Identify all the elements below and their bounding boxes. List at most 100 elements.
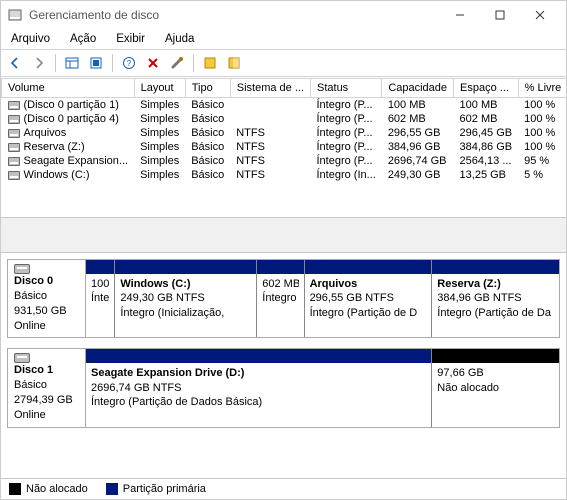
partition-body: Seagate Expansion Drive (D:)2696,74 GB N… xyxy=(86,363,431,426)
cell-livre: 100 % xyxy=(518,112,566,126)
stripe-primary xyxy=(305,260,432,274)
cell-capacidade: 296,55 GB xyxy=(382,126,454,140)
partition[interactable]: 602 MBÍntegro (F xyxy=(256,260,303,337)
partition-status: Íntegro (Partição de Da xyxy=(437,306,554,320)
volume-icon xyxy=(8,171,20,180)
legend-primary-label: Partição primária xyxy=(123,483,206,495)
table-row[interactable]: Windows (C:)SimplesBásicoNTFSÍntegro (In… xyxy=(2,168,567,182)
partition-size: 384,96 GB NTFS xyxy=(437,291,554,305)
cell-livre: 5 % xyxy=(518,168,566,182)
cell-livre: 100 % xyxy=(518,98,566,113)
properties-icon[interactable] xyxy=(167,53,187,73)
cell-tipo: Básico xyxy=(185,140,230,154)
partition-size: 296,55 GB NTFS xyxy=(310,291,427,305)
cell-espaco: 602 MB xyxy=(454,112,519,126)
disk-icon xyxy=(14,353,30,363)
table-row[interactable]: (Disco 0 partição 4)SimplesBásicoÍntegro… xyxy=(2,112,567,126)
toolbar-icon-a[interactable] xyxy=(200,53,220,73)
volume-icon xyxy=(8,143,20,152)
cell-capacidade: 100 MB xyxy=(382,98,454,113)
maximize-button[interactable] xyxy=(480,1,520,29)
partition[interactable]: Arquivos296,55 GB NTFSÍntegro (Partição … xyxy=(304,260,432,337)
close-button[interactable] xyxy=(520,1,560,29)
menu-acao[interactable]: Ação xyxy=(66,31,100,47)
legend-primary: Partição primária xyxy=(106,483,206,495)
col-livre[interactable]: % Livre xyxy=(518,79,566,98)
partition-status: Íntegro (Inicialização, xyxy=(120,306,251,320)
menu-ajuda[interactable]: Ajuda xyxy=(161,31,198,47)
table-row[interactable]: Seagate Expansion...SimplesBásicoNTFSÍnt… xyxy=(2,154,567,168)
delete-icon[interactable] xyxy=(143,53,163,73)
back-button[interactable] xyxy=(5,53,25,73)
forward-button[interactable] xyxy=(29,53,49,73)
col-volume[interactable]: Volume xyxy=(2,79,135,98)
cell-sistema xyxy=(230,98,310,113)
cell-volume: Seagate Expansion... xyxy=(2,154,135,168)
col-sistema[interactable]: Sistema de ... xyxy=(230,79,310,98)
partition-body: Arquivos296,55 GB NTFSÍntegro (Partição … xyxy=(305,274,432,337)
legend-unalloc: Não alocado xyxy=(9,483,88,495)
cell-sistema xyxy=(230,112,310,126)
partition-body: Windows (C:)249,30 GB NTFSÍntegro (Inici… xyxy=(115,274,256,337)
volume-table[interactable]: Volume Layout Tipo Sistema de ... Status… xyxy=(1,78,566,182)
menu-bar: Arquivo Ação Exibir Ajuda xyxy=(1,29,566,49)
disk-name: Disco 1 xyxy=(14,363,79,378)
disk-state: Online xyxy=(14,408,79,423)
disk-label[interactable]: Disco 1Básico2794,39 GBOnline xyxy=(8,349,86,426)
menu-exibir[interactable]: Exibir xyxy=(112,31,149,47)
disk-label[interactable]: Disco 0Básico931,50 GBOnline xyxy=(8,260,86,337)
partition-body: Reserva (Z:)384,96 GB NTFSÍntegro (Parti… xyxy=(432,274,559,337)
col-espaco[interactable]: Espaço ... xyxy=(454,79,519,98)
partition-body: 602 MBÍntegro (F xyxy=(257,274,303,337)
cell-layout: Simples xyxy=(134,126,185,140)
disk-type: Básico xyxy=(14,289,79,304)
toolbar-icon-b[interactable] xyxy=(224,53,244,73)
partition[interactable]: Seagate Expansion Drive (D:)2696,74 GB N… xyxy=(86,349,431,426)
cell-capacidade: 602 MB xyxy=(382,112,454,126)
cell-sistema: NTFS xyxy=(230,140,310,154)
partition-unallocated[interactable]: 97,66 GBNão alocado xyxy=(431,349,559,426)
col-capacidade[interactable]: Capacidade xyxy=(382,79,454,98)
cell-status: Íntegro (P... xyxy=(311,126,382,140)
cell-capacidade: 2696,74 GB xyxy=(382,154,454,168)
refresh-icon[interactable] xyxy=(86,53,106,73)
pane-divider[interactable] xyxy=(1,217,566,253)
cell-status: Íntegro (P... xyxy=(311,112,382,126)
partition-body: 97,66 GBNão alocado xyxy=(432,363,559,426)
cell-volume: Reserva (Z:) xyxy=(2,140,135,154)
cell-capacidade: 384,96 GB xyxy=(382,140,454,154)
window-controls xyxy=(440,1,560,29)
table-row[interactable]: ArquivosSimplesBásicoNTFSÍntegro (P...29… xyxy=(2,126,567,140)
legend-swatch-primary xyxy=(106,483,118,495)
col-layout[interactable]: Layout xyxy=(134,79,185,98)
toolbar-view-icon[interactable] xyxy=(62,53,82,73)
partition[interactable]: Reserva (Z:)384,96 GB NTFSÍntegro (Parti… xyxy=(431,260,559,337)
col-status[interactable]: Status xyxy=(311,79,382,98)
menu-arquivo[interactable]: Arquivo xyxy=(7,31,54,47)
volume-icon xyxy=(8,101,20,110)
cell-layout: Simples xyxy=(134,168,185,182)
cell-tipo: Básico xyxy=(185,168,230,182)
partition-body: 100 MÍntegr xyxy=(86,274,114,337)
minimize-button[interactable] xyxy=(440,1,480,29)
table-row[interactable]: Reserva (Z:)SimplesBásicoNTFSÍntegro (P.… xyxy=(2,140,567,154)
toolbar: ? xyxy=(1,49,566,77)
disk-size: 2794,39 GB xyxy=(14,393,79,408)
cell-status: Íntegro (P... xyxy=(311,140,382,154)
toolbar-separator xyxy=(112,54,113,72)
cell-layout: Simples xyxy=(134,112,185,126)
cell-tipo: Básico xyxy=(185,112,230,126)
table-row[interactable]: (Disco 0 partição 1)SimplesBásicoÍntegro… xyxy=(2,98,567,113)
cell-tipo: Básico xyxy=(185,98,230,113)
app-icon xyxy=(7,7,23,23)
col-tipo[interactable]: Tipo xyxy=(185,79,230,98)
partition[interactable]: Windows (C:)249,30 GB NTFSÍntegro (Inici… xyxy=(114,260,256,337)
partition[interactable]: 100 MÍntegr xyxy=(86,260,114,337)
volume-icon xyxy=(8,115,20,124)
partition-size: 100 M xyxy=(91,277,109,291)
cell-volume: Windows (C:) xyxy=(2,168,135,182)
help-icon[interactable]: ? xyxy=(119,53,139,73)
partition-status: Íntegro (F xyxy=(262,291,298,305)
stripe-primary xyxy=(257,260,303,274)
table-header-row: Volume Layout Tipo Sistema de ... Status… xyxy=(2,79,567,98)
